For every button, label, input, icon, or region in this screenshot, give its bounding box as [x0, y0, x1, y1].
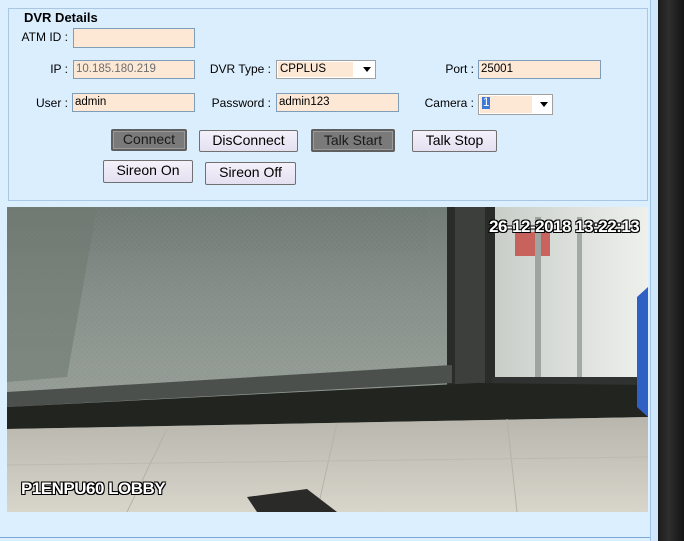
user-input[interactable]: admin [72, 93, 195, 112]
camera-value: 1 [480, 96, 532, 113]
camera-label: Camera : [424, 96, 474, 110]
dvr-type-value: CPPLUS [278, 62, 353, 77]
camera-scene [7, 207, 648, 512]
sireon-off-button[interactable]: Sireon Off [205, 162, 296, 185]
atm-id-input[interactable] [73, 28, 195, 48]
user-label: User : [35, 96, 68, 110]
bottom-border [0, 537, 650, 538]
camera-name-label: P1ENPU60 LOBBY [21, 479, 166, 498]
port-label: Port : [445, 62, 474, 76]
dvr-type-select[interactable]: CPPLUS [276, 60, 376, 79]
background-window-edge [658, 0, 684, 541]
disconnect-button[interactable]: DisConnect [199, 130, 298, 152]
ip-input[interactable]: 10.185.180.219 [73, 60, 195, 79]
connect-button[interactable]: Connect [111, 129, 187, 151]
password-input[interactable]: admin123 [276, 93, 399, 112]
dvr-type-label: DVR Type : [209, 62, 271, 76]
chevron-down-icon[interactable] [540, 102, 548, 107]
talk-stop-button[interactable]: Talk Stop [412, 130, 497, 152]
talk-start-button[interactable]: Talk Start [311, 129, 395, 152]
chevron-down-icon[interactable] [363, 67, 371, 72]
atm-id-label: ATM ID : [21, 30, 68, 44]
camera-video-feed[interactable]: 26-12-2018 13:22:13 P1ENPU60 LOBBY [7, 207, 648, 512]
password-label: Password : [211, 96, 271, 110]
video-timestamp: 26-12-2018 13:22:13 [489, 217, 640, 236]
dvr-details-title: DVR Details [21, 10, 101, 25]
port-input[interactable]: 25001 [478, 60, 601, 79]
ip-label: IP : [50, 62, 68, 76]
sireon-on-button[interactable]: Sireon On [103, 160, 193, 183]
camera-select[interactable]: 1 [478, 94, 553, 115]
